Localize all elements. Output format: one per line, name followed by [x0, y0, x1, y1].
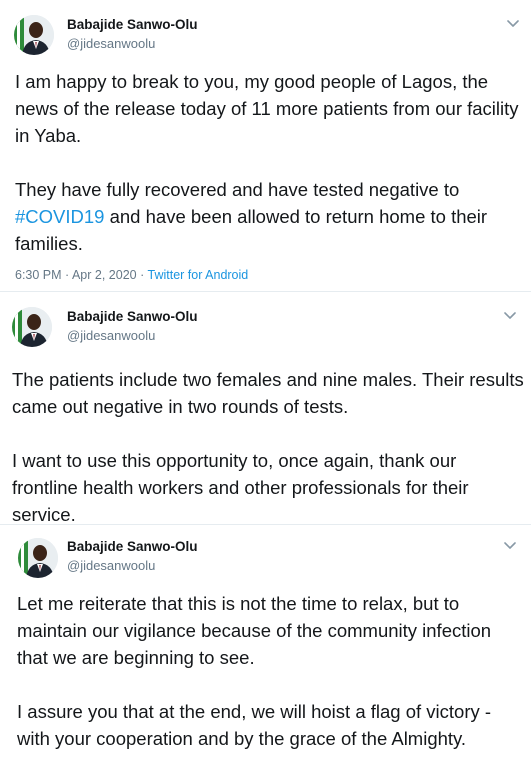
tweet-text-segment: They have fully recovered and have teste…: [15, 179, 460, 200]
tweet-source-link[interactable]: Twitter for Android: [148, 268, 249, 282]
chevron-down-icon[interactable]: [503, 310, 517, 320]
author-handle[interactable]: @jidesanwoolu: [67, 36, 155, 51]
tweet-text: The patients include two females and nin…: [12, 366, 524, 528]
avatar-photo-icon: [12, 307, 52, 347]
tweet-paragraph: I assure you that at the end, we will ho…: [17, 701, 492, 749]
author-name[interactable]: Babajide Sanwo-Olu: [67, 17, 198, 32]
chevron-down-icon[interactable]: [506, 18, 520, 28]
avatar-photo-icon: [18, 538, 58, 578]
tweet-paragraph: Let me reiterate that this is not the ti…: [17, 593, 492, 668]
tweet-paragraph: I am happy to break to you, my good peop…: [15, 71, 519, 146]
tweet-paragraph: I want to use this opportunity to, once …: [12, 450, 469, 525]
tweet-timestamp[interactable]: 6:30 PM · Apr 2, 2020: [15, 268, 137, 282]
tweet-text: I am happy to break to you, my good peop…: [15, 68, 521, 257]
hashtag-link[interactable]: #COVID19: [15, 206, 104, 227]
tweet-text: Let me reiterate that this is not the ti…: [17, 590, 525, 752]
tweet-paragraph: The patients include two females and nin…: [12, 369, 524, 417]
chevron-down-icon[interactable]: [503, 540, 517, 550]
avatar[interactable]: [18, 538, 58, 578]
meta-separator: ·: [136, 268, 148, 282]
author-handle[interactable]: @jidesanwoolu: [67, 558, 155, 573]
avatar-photo-icon: [14, 15, 54, 55]
author-name[interactable]: Babajide Sanwo-Olu: [67, 309, 198, 324]
avatar[interactable]: [12, 307, 52, 347]
avatar[interactable]: [14, 15, 54, 55]
tweet-meta: 6:30 PM · Apr 2, 2020 · Twitter for Andr…: [15, 268, 248, 282]
tweet-paragraph: They have fully recovered and have teste…: [15, 176, 521, 257]
author-handle[interactable]: @jidesanwoolu: [67, 328, 155, 343]
author-name[interactable]: Babajide Sanwo-Olu: [67, 539, 198, 554]
